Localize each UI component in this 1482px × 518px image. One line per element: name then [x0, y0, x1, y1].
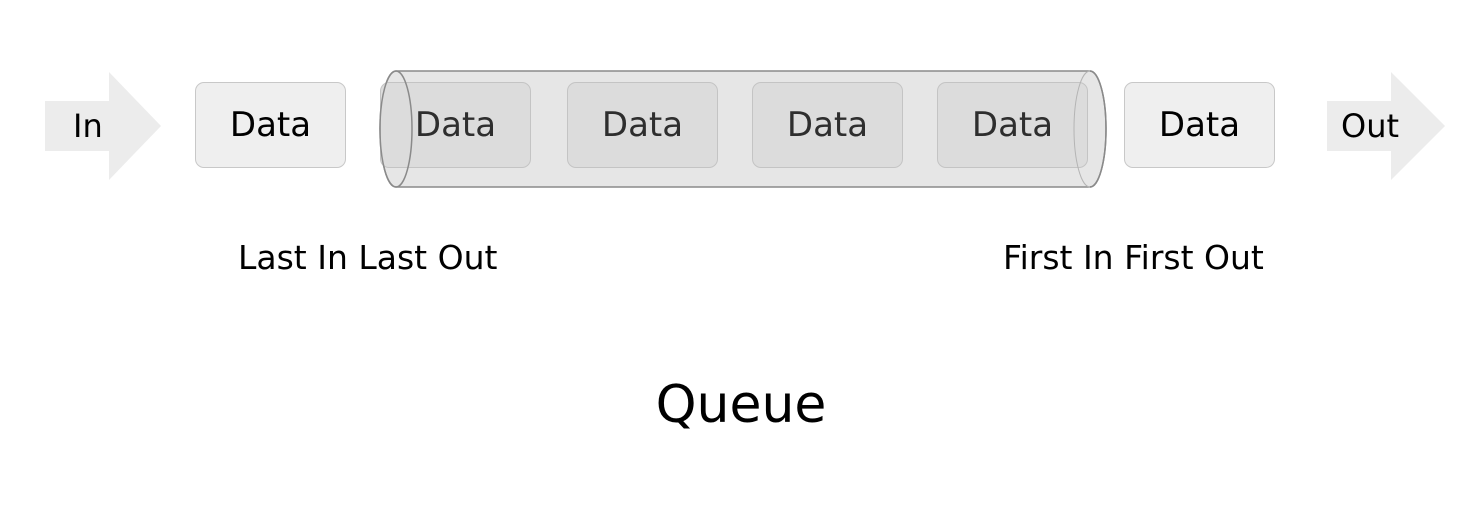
- in-arrow: In: [45, 72, 161, 180]
- queued-data-box: Data: [937, 82, 1088, 168]
- queued-data-box: Data: [567, 82, 718, 168]
- queued-data-box: Data: [380, 82, 531, 168]
- queued-data-box: Data: [752, 82, 903, 168]
- out-arrow: Out: [1327, 72, 1445, 180]
- in-arrow-icon: [45, 72, 161, 180]
- out-label: Out: [1341, 107, 1400, 145]
- diagram-title: Queue: [655, 375, 827, 435]
- in-label: In: [73, 107, 103, 145]
- leaving-data-box: Data: [1124, 82, 1275, 168]
- right-caption: First In First Out: [1003, 238, 1264, 277]
- left-caption: Last In Last Out: [238, 238, 498, 277]
- entering-data-box: Data: [195, 82, 346, 168]
